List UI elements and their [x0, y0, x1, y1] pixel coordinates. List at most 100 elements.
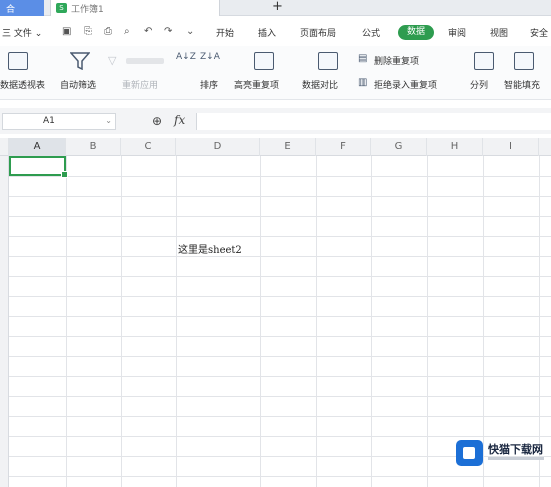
sort-button[interactable]: A↓Z Z↓A 排序 [176, 46, 222, 98]
remove-duplicates-label: 删除重复项 [374, 57, 420, 67]
spreadsheet-icon: S [56, 3, 67, 13]
grid-line [121, 156, 122, 487]
flash-fill-icon [514, 52, 534, 70]
pivot-table-label: 数据透视表 [0, 81, 46, 91]
grid-line [9, 276, 551, 277]
grid-line [9, 256, 551, 257]
flash-fill-button[interactable]: 智能填充 [504, 46, 551, 98]
home-tab-label: 合 [6, 5, 16, 15]
export-pdf-icon[interactable]: ⎘ [84, 26, 92, 37]
sort-descending-icon: Z↓A [200, 52, 220, 62]
grid-line [66, 156, 67, 487]
formula-input[interactable] [196, 113, 551, 130]
grid-line [9, 476, 551, 477]
name-box[interactable]: A1 ⌄ [2, 113, 116, 130]
column-header-c[interactable]: C [121, 138, 176, 156]
select-all-corner[interactable] [0, 138, 9, 156]
highlight-duplicates-icon [254, 52, 274, 70]
customize-toolbar-icon[interactable]: ⌄ [186, 26, 194, 37]
zoom-icon[interactable]: ⊕ [152, 114, 162, 128]
data-compare-label: 数据对比 [302, 81, 339, 91]
sort-label: 排序 [200, 81, 219, 91]
grid-line [9, 336, 551, 337]
file-menu[interactable]: 三 文件 ⌄ [2, 26, 42, 39]
grid-line [9, 436, 551, 437]
text-to-columns-button[interactable]: 分列 [466, 46, 502, 98]
grid-line [371, 156, 372, 487]
column-header-a[interactable]: A [9, 138, 66, 156]
grid-line [9, 196, 551, 197]
document-tab[interactable]: S 工作簿1 [50, 0, 220, 16]
sort-ascending-icon: A↓Z [176, 52, 196, 62]
data-compare-icon [318, 52, 338, 70]
reject-duplicates-button[interactable]: ▥ 拒绝录入重复项 [358, 76, 458, 92]
menu-security[interactable]: 安全 [530, 26, 548, 39]
document-tab-title: 工作簿1 [71, 5, 104, 15]
menu-page-layout[interactable]: 页面布局 [300, 26, 336, 39]
remove-duplicates-button[interactable]: ▤ 删除重复项 [358, 52, 454, 68]
print-preview-icon[interactable]: ⌕ [124, 26, 130, 37]
grid-line [176, 156, 177, 487]
menu-formulas[interactable]: 公式 [362, 26, 380, 39]
column-header-d[interactable]: D [176, 138, 260, 156]
print-icon[interactable]: ⎙ [104, 26, 112, 37]
cell-d5-text: 这里是sheet2 [178, 245, 242, 256]
menu-home[interactable]: 开始 [216, 26, 234, 39]
data-compare-button[interactable]: 数据对比 [300, 46, 354, 98]
reapply-filter-icon: ▽ [108, 54, 117, 67]
remove-duplicates-icon: ▤ [358, 53, 368, 64]
text-to-columns-label: 分列 [470, 81, 489, 91]
menu-data[interactable]: 数据 [398, 25, 434, 40]
data-ribbon: 数据透视表 自动筛选 ▽ 重新应用 A↓Z Z↓A 排序 高亮重复项 数据对比 … [0, 46, 551, 100]
formula-bar: A1 ⌄ ⊕ fx [0, 108, 551, 134]
column-header-row: A B C D E F G H I [0, 138, 551, 156]
grid-line [9, 236, 551, 237]
pivot-table-button[interactable]: 数据透视表 [0, 46, 50, 98]
column-header-h[interactable]: H [427, 138, 483, 156]
grid-line [316, 156, 317, 487]
column-header-f[interactable]: F [316, 138, 371, 156]
title-bar: 合 S 工作簿1 + [0, 0, 551, 16]
reapply-filter-label: 重新应用 [122, 81, 159, 91]
grid-line [9, 376, 551, 377]
undo-icon[interactable]: ↶ [144, 26, 152, 37]
active-cell-a1[interactable] [9, 156, 68, 178]
grid-line [9, 316, 551, 317]
auto-filter-label: 自动筛选 [60, 81, 97, 91]
reapply-filter-button[interactable]: ▽ 重新应用 [104, 46, 172, 98]
name-box-value: A1 [43, 116, 55, 126]
site-watermark: 快猫下载网 [456, 438, 548, 468]
grid-line [9, 356, 551, 357]
highlight-duplicates-button[interactable]: 高亮重复项 [232, 46, 296, 98]
text-to-columns-icon [474, 52, 494, 70]
menu-bar: 三 文件 ⌄ ▣ ⎘ ⎙ ⌕ ↶ ↷ ⌄ 开始 插入 页面布局 公式 数据 审阅… [0, 20, 551, 46]
column-header-e[interactable]: E [260, 138, 316, 156]
grid-line [427, 156, 428, 487]
reject-duplicates-icon: ▥ [358, 77, 368, 88]
auto-filter-button[interactable]: 自动筛选 [58, 46, 104, 98]
menu-insert[interactable]: 插入 [258, 26, 276, 39]
pivot-table-icon [8, 52, 28, 70]
grid-line [260, 156, 261, 487]
grid-line [9, 176, 551, 177]
highlight-duplicates-label: 高亮重复项 [234, 81, 280, 91]
menu-review[interactable]: 审阅 [448, 26, 466, 39]
new-tab-button[interactable]: + [272, 0, 283, 14]
watermark-logo-icon [456, 440, 483, 466]
chevron-down-icon: ⌄ [105, 116, 112, 125]
insert-function-icon[interactable]: fx [174, 113, 185, 127]
menu-view[interactable]: 视图 [490, 26, 508, 39]
redo-icon[interactable]: ↷ [164, 26, 172, 37]
watermark-underline [488, 457, 544, 460]
home-tab[interactable]: 合 [0, 0, 44, 16]
row-header-column[interactable] [0, 156, 9, 487]
save-icon[interactable]: ▣ [62, 26, 71, 37]
column-header-i[interactable]: I [483, 138, 539, 156]
column-header-b[interactable]: B [66, 138, 121, 156]
column-header-g[interactable]: G [371, 138, 427, 156]
grid-line [9, 296, 551, 297]
filter-icon [70, 52, 90, 70]
reject-duplicates-label: 拒绝录入重复项 [374, 81, 438, 91]
reapply-filter-bar [126, 58, 164, 64]
grid-line [9, 416, 551, 417]
